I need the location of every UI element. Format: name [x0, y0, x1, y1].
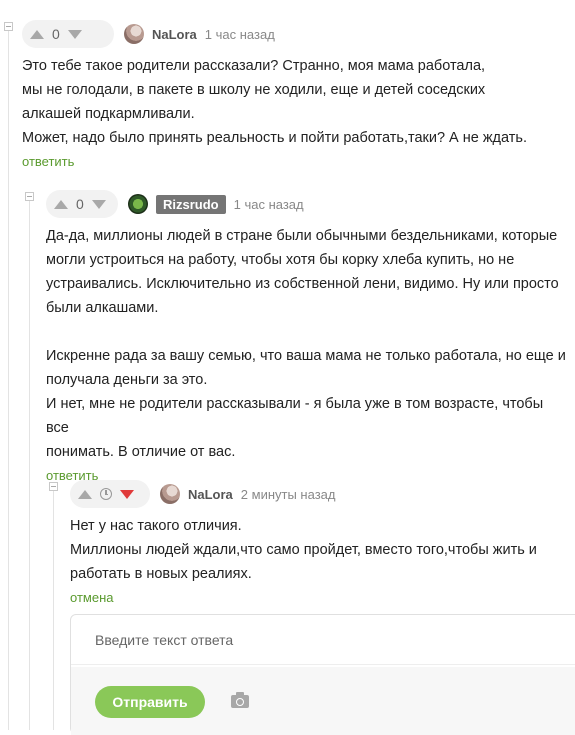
avatar[interactable] [160, 484, 180, 504]
comment-body: Нет у нас такого отличия. Миллионы людей… [70, 514, 570, 586]
comment-header: NaLora 2 минуты назад [70, 479, 570, 509]
comment-line: получала деньги за это. [46, 372, 208, 388]
thread-line-level-1 [8, 30, 9, 730]
collapse-toggle[interactable] [49, 482, 58, 491]
reply-link[interactable]: ответить [22, 154, 562, 169]
clock-icon [100, 488, 112, 500]
vote-widget: 0 [46, 190, 118, 218]
thread-line-level-2 [29, 200, 30, 730]
reply-form-toolbar: Отправить [71, 667, 575, 735]
upvote-icon[interactable] [78, 489, 92, 499]
comment-line: Может, надо было принять реальность и по… [22, 130, 527, 146]
username[interactable]: NaLora [188, 487, 233, 502]
camera-icon[interactable] [231, 692, 249, 708]
vote-count: 0 [76, 196, 84, 212]
comment-time[interactable]: 1 час назад [205, 27, 275, 42]
collapse-toggle[interactable] [25, 192, 34, 201]
username[interactable]: NaLora [152, 27, 197, 42]
comment-time[interactable]: 2 минуты назад [241, 487, 336, 502]
downvote-icon[interactable] [91, 199, 106, 209]
comment-line: были алкашами. [46, 300, 159, 316]
comment-line: работать в новых реалиях. [70, 566, 252, 582]
comment-line: Нет у нас такого отличия. [70, 518, 242, 534]
comment-line: могли устроиться на работу, чтобы хотя б… [46, 252, 515, 268]
comment-line: понимать. В отличие от вас. [46, 444, 236, 460]
comment-line: мы не голодали, в пакете в школу не ходи… [22, 82, 486, 98]
comment-body: Это тебе такое родители рассказали? Стра… [22, 54, 562, 150]
comment-line: Миллионы людей ждали,что само пройдет, в… [70, 542, 537, 558]
username[interactable]: Rizsrudo [156, 194, 226, 214]
comment-line: Это тебе такое родители рассказали? Стра… [22, 58, 486, 74]
downvote-icon[interactable] [67, 29, 82, 39]
reply-form: Отправить [70, 614, 575, 735]
comment-line: Искренне рада за вашу семью, что ваша ма… [46, 348, 566, 364]
comment-body: Да-да, миллионы людей в стране были обыч… [46, 224, 566, 464]
collapse-toggle[interactable] [4, 22, 13, 31]
thread-line-level-3 [53, 490, 54, 730]
upvote-icon[interactable] [30, 29, 44, 39]
cancel-link[interactable]: отмена [70, 590, 570, 605]
reply-input[interactable] [71, 615, 575, 665]
comment-line: алкашей подкармливали. [22, 106, 195, 122]
avatar[interactable] [128, 194, 148, 214]
vote-count: 0 [52, 26, 60, 42]
comment-nalora-2: NaLora 2 минуты назад Нет у нас такого о… [70, 479, 570, 605]
vote-widget: 0 [22, 20, 114, 48]
upvote-icon[interactable] [54, 199, 68, 209]
downvote-icon[interactable] [120, 489, 134, 499]
comment-header: 0 NaLora 1 час назад [22, 19, 562, 49]
comment-header: 0 Rizsrudo 1 час назад [46, 189, 566, 219]
avatar[interactable] [124, 24, 144, 44]
comment-time[interactable]: 1 час назад [234, 197, 304, 212]
submit-button[interactable]: Отправить [95, 686, 205, 718]
comment-line: И нет, мне не родители рассказывали - я … [46, 396, 544, 436]
vote-widget [70, 480, 150, 508]
comment-rizsrudo: 0 Rizsrudo 1 час назад Да-да, миллионы л… [46, 189, 566, 483]
comment-nalora-1: 0 NaLora 1 час назад Это тебе такое роди… [22, 19, 562, 169]
comment-line: Да-да, миллионы людей в стране были обыч… [46, 228, 558, 244]
comment-line: устраивались. Исключительно из собственн… [46, 276, 559, 292]
